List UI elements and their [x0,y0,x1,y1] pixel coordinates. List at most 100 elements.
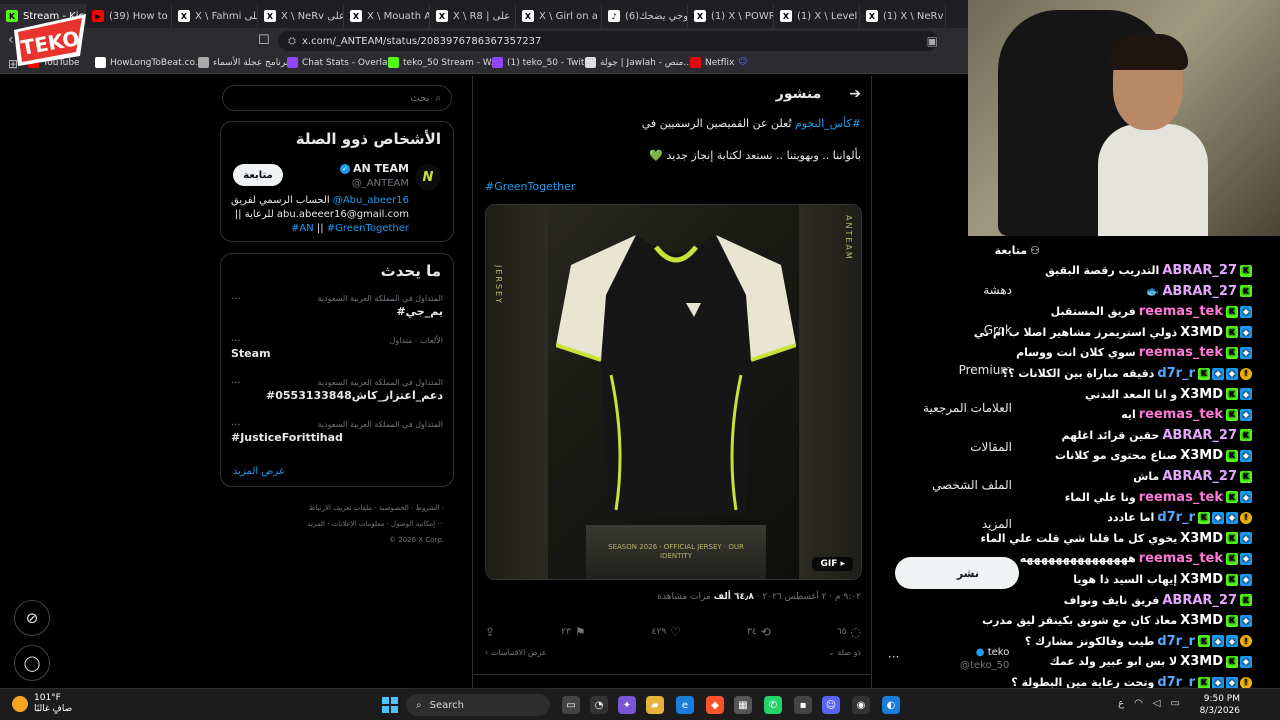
bio-mention-link[interactable]: @Abu_abeer16 [333,195,409,206]
trend-item[interactable]: المتداول في المملكة العربية السعودية #يم_… [231,294,443,318]
trend-more-icon[interactable]: ··· [231,420,241,431]
chat-username[interactable]: d7r_r [1157,510,1195,525]
trend-item[interactable]: المتداول في المملكة العربية السعودية #Jus… [231,420,443,444]
bookmark-item[interactable]: Netflix [690,57,734,68]
show-more-link[interactable]: عرض المزيد [233,466,285,477]
url-field[interactable]: ⛭ x.com/_ANTEAM/status/20839767863673572… [278,31,938,51]
chat-username[interactable]: X3MD [1180,387,1223,402]
brave-icon[interactable]: ◆ [706,696,724,714]
chat-username[interactable]: reemas_tek [1139,407,1223,422]
post-hashtag-green[interactable]: #GreenTogether [485,180,575,193]
app-icon-2[interactable]: ◐ [882,696,900,714]
trend-item[interactable]: المتداول في المملكة العربية السعودية #دعم… [231,378,443,402]
trend-more-icon[interactable]: ··· [231,378,241,389]
app-icon[interactable]: ▪ [794,696,812,714]
start-icon[interactable] [382,697,398,713]
chat-username[interactable]: X3MD [1180,654,1223,669]
browser-tab[interactable]: XX \ NeRv على✕ [258,4,344,28]
file-explorer-icon[interactable]: ▰ [646,696,664,714]
messages-icon[interactable]: ◯ [14,645,50,681]
chat-username[interactable]: ABRAR_27 [1162,284,1237,299]
browser-tab[interactable]: X(1) X \ Level Or✕ [774,4,860,28]
clock[interactable]: 9:50 PM 8/3/2026 [1200,693,1240,717]
obs-icon[interactable]: ◉ [852,696,870,714]
post-hashtag-link[interactable]: #كأس_النجوم [795,117,861,130]
bio-hashtag-1[interactable]: #AN [291,223,314,234]
store-icon[interactable]: ▦ [734,696,752,714]
reply-button[interactable]: ٦٥ ◌ [837,624,861,640]
back-arrow-icon[interactable]: ➔ [849,86,861,102]
search-input[interactable]: بحث ⌕ [222,85,452,111]
bookmark-item[interactable]: جولة | Jawlah - منص... [585,57,692,68]
widget-app-icon[interactable]: ◔ [590,696,608,714]
browser-tab[interactable]: XX \ Fahmi على✕ [172,4,258,28]
chat-username[interactable]: d7r_r [1157,366,1195,381]
share-button[interactable]: ⇪ [485,624,495,640]
bio-line-2: || للرعاية abu.abeeer16@gmail.com [234,209,409,220]
chat-username[interactable]: X3MD [1180,572,1223,587]
blue-badge-icon: ◆ [1226,367,1238,380]
taskbar-search[interactable]: ⌕ Search [406,694,550,716]
chat-username[interactable]: reemas_tek [1139,345,1223,360]
more-options-icon[interactable]: ··· [888,650,899,664]
related-dropdown[interactable]: ⌄ ذو صلة [828,648,861,657]
footer-line-1[interactable]: الشروط · الخصوصية · ملفات تعريف الارتباط… [222,500,444,516]
like-button[interactable]: ٤٢٩ ♡ [652,624,681,640]
avatar[interactable]: N [415,164,441,190]
browser-tab[interactable]: ♪(6)الأوجي يضحك✕ [602,4,688,28]
bookmark-item[interactable]: HowLongToBeat.co... [95,57,203,68]
battery-icon[interactable]: ▭ [1171,698,1180,709]
browser-tab[interactable]: XX \ Mouath AG✕ [344,4,430,28]
browser-tab[interactable]: XX \ Girl on a q✕ [516,4,602,28]
lang-indicator[interactable]: ع [1118,698,1124,709]
chat-username[interactable]: ABRAR_27 [1162,593,1237,608]
chat-username[interactable]: reemas_tek [1139,551,1223,566]
chat-username[interactable]: ABRAR_27 [1162,469,1237,484]
follow-button[interactable]: متابعة [233,164,283,186]
chat-username[interactable]: X3MD [1180,613,1223,628]
whatsapp-icon[interactable]: ✆ [764,696,782,714]
bookmark-item[interactable]: teko_50 Stream - W... [388,57,499,68]
site-info-icon[interactable]: ⛭ [288,36,296,47]
chat-username[interactable]: X3MD [1180,448,1223,463]
chat-username[interactable]: X3MD [1180,325,1223,340]
chat-badges: K◆ [1226,305,1252,318]
extensions-icon[interactable]: ▣ [927,34,938,48]
chat-username[interactable]: X3MD [1180,531,1223,546]
bookmark-item[interactable]: (1) teko_50 - Twitch [492,57,595,68]
bookmark-star-icon[interactable]: ☐ [258,33,270,48]
browser-tab[interactable]: X(1) X \ NeRv✕ [860,4,946,28]
browser-tab[interactable]: X(1) X \ POWR✕ [688,4,774,28]
bookmark-button[interactable]: ٢٣ ⚑ [561,624,585,640]
repost-button[interactable]: ٣٤ ⟲ [747,624,771,640]
trend-more-icon[interactable]: ··· [231,336,241,347]
grok-icon[interactable]: ⊘ [14,600,50,636]
follow-nav-item[interactable]: متابعة ⚇ [995,244,1040,257]
post-media[interactable]: JERSEY ANTEAM SEASON 2026 · OFFICIAL JER… [485,204,862,580]
task-view-icon[interactable]: ▭ [562,696,580,714]
bookmark-item[interactable]: برنامج عجلة الأسماء [198,57,288,68]
edge-icon[interactable]: e [676,696,694,714]
view-quotes-link[interactable]: ‹ عرض الاقتباسات [485,648,547,657]
chat-username[interactable]: ABRAR_27 [1162,263,1237,278]
chat-username[interactable]: ABRAR_27 [1162,428,1237,443]
chat-username[interactable]: d7r_r [1157,634,1195,649]
browser-tab[interactable]: XX \ R8 | على✕ [430,4,516,28]
wifi-icon[interactable]: ◠ [1134,698,1143,709]
copilot-icon[interactable]: ✦ [618,696,636,714]
bio-hashtag-2[interactable]: #GreenTogether [327,223,409,234]
bookmark-item[interactable]: Chat Stats - Overlay... [287,57,400,68]
browser-tab[interactable]: ▶(39) How to st✕ [86,4,172,28]
discord-bookmark-icon[interactable]: ☺ [738,57,747,67]
footer-line-2[interactable]: إمكانية الوصول · معلومات الإعلانات · الم… [222,516,444,532]
account-name[interactable]: ✓ AN TEAM [339,162,409,175]
gif-badge[interactable]: GIF ▸ [812,557,853,571]
chat-username[interactable]: reemas_tek [1139,490,1223,505]
weather-widget[interactable]: 101°F صافٍ غالبًا [12,693,72,715]
chat-username[interactable]: reemas_tek [1139,304,1223,319]
trend-more-icon[interactable]: ··· [231,294,241,305]
discord-icon[interactable]: ☺ [822,696,840,714]
trend-item[interactable]: الألعاب · متداول Steam ··· [231,336,443,360]
volume-icon[interactable]: ◁ [1153,698,1161,709]
post-timestamp[interactable]: ٩:٠٢ م · ٢ أغسطس ٢٠٢٦ · [757,592,861,602]
